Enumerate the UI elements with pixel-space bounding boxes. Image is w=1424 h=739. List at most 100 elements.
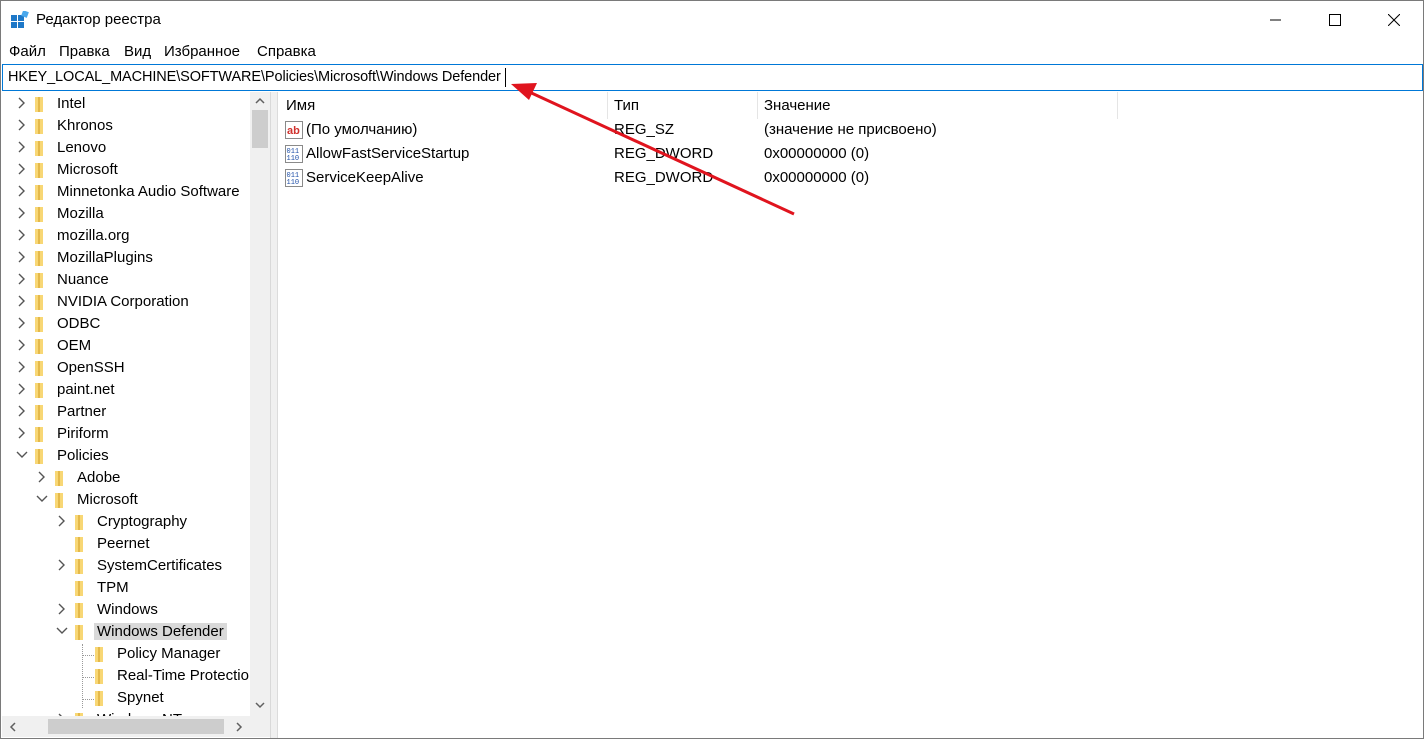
tree-node[interactable]: Policies bbox=[2, 445, 250, 467]
tree-node-label: Piriform bbox=[57, 425, 109, 442]
tree-node[interactable]: Adobe bbox=[2, 467, 250, 489]
chevron-right-icon[interactable] bbox=[15, 184, 29, 198]
values-list[interactable]: Имя Тип Значение ab (По умолчанию) REG_S… bbox=[277, 92, 1423, 738]
minimize-button[interactable] bbox=[1247, 1, 1305, 39]
value-name: AllowFastServiceStartup bbox=[306, 145, 470, 162]
chevron-right-icon[interactable] bbox=[15, 316, 29, 330]
chevron-right-icon[interactable] bbox=[35, 470, 49, 484]
tree-node[interactable]: NVIDIA Corporation bbox=[2, 291, 250, 313]
tree-node[interactable]: Windows bbox=[2, 599, 250, 621]
chevron-right-icon[interactable] bbox=[15, 404, 29, 418]
tree-node[interactable]: Real-Time Protectio bbox=[2, 665, 250, 687]
chevron-right-icon[interactable] bbox=[15, 294, 29, 308]
tree-node[interactable]: OpenSSH bbox=[2, 357, 250, 379]
chevron-down-icon[interactable] bbox=[55, 624, 69, 638]
tree-node[interactable]: SystemCertificates bbox=[2, 555, 250, 577]
menu-view[interactable]: Вид bbox=[124, 43, 151, 60]
tree-node-label: Mozilla bbox=[57, 205, 104, 222]
folder-open-icon bbox=[35, 449, 43, 464]
tree-node[interactable]: Partner bbox=[2, 401, 250, 423]
tree-node[interactable]: Piriform bbox=[2, 423, 250, 445]
value-row[interactable]: 011 110 AllowFastServiceStartup REG_DWOR… bbox=[278, 143, 1278, 167]
tree-node[interactable]: Intel bbox=[2, 93, 250, 115]
chevron-right-icon[interactable] bbox=[15, 96, 29, 110]
folder-icon bbox=[35, 207, 43, 222]
address-path[interactable]: HKEY_LOCAL_MACHINE\SOFTWARE\Policies\Mic… bbox=[8, 69, 501, 85]
scroll-left-icon[interactable] bbox=[6, 720, 20, 734]
tree-node[interactable]: Khronos bbox=[2, 115, 250, 137]
scroll-right-icon[interactable] bbox=[232, 720, 246, 734]
tree-node-label: mozilla.org bbox=[57, 227, 130, 244]
tree-vertical-scrollbar[interactable] bbox=[250, 92, 270, 716]
tree-node[interactable]: Policy Manager bbox=[2, 643, 250, 665]
tree-node[interactable]: Microsoft bbox=[2, 159, 250, 181]
binary-value-icon: 011 110 bbox=[285, 169, 303, 187]
column-header-value[interactable]: Значение bbox=[758, 92, 1117, 119]
tree-node[interactable]: Nuance bbox=[2, 269, 250, 291]
column-header-name[interactable]: Имя bbox=[278, 92, 607, 119]
chevron-right-icon[interactable] bbox=[15, 382, 29, 396]
column-separator[interactable] bbox=[1117, 92, 1118, 119]
chevron-right-icon[interactable] bbox=[55, 602, 69, 616]
title-bar[interactable]: Редактор реестра bbox=[1, 1, 1423, 39]
tree-node[interactable]: MozillaPlugins bbox=[2, 247, 250, 269]
tree-node[interactable]: Mozilla bbox=[2, 203, 250, 225]
maximize-button[interactable] bbox=[1306, 1, 1364, 39]
tree-vscroll-thumb[interactable] bbox=[252, 110, 268, 148]
chevron-down-icon[interactable] bbox=[15, 448, 29, 462]
menu-help[interactable]: Справка bbox=[257, 43, 316, 60]
chevron-right-icon[interactable] bbox=[55, 514, 69, 528]
tree-node-label: Intel bbox=[57, 95, 86, 112]
chevron-down-icon[interactable] bbox=[35, 492, 49, 506]
folder-icon bbox=[35, 185, 43, 200]
tree-node-label: Lenovo bbox=[57, 139, 107, 156]
tree-node-label: paint.net bbox=[57, 381, 115, 398]
chevron-right-icon[interactable] bbox=[15, 162, 29, 176]
tree-node[interactable]: Cryptography bbox=[2, 511, 250, 533]
column-header-type[interactable]: Тип bbox=[608, 92, 757, 119]
folder-icon bbox=[75, 515, 83, 530]
tree-node[interactable]: Microsoft bbox=[2, 489, 250, 511]
tree-node[interactable]: TPM bbox=[2, 577, 250, 599]
tree-node-label: Nuance bbox=[57, 271, 109, 288]
tree-node[interactable]: Peernet bbox=[2, 533, 250, 555]
chevron-right-icon[interactable] bbox=[15, 228, 29, 242]
chevron-right-icon[interactable] bbox=[15, 118, 29, 132]
tree-node[interactable]: Spynet bbox=[2, 687, 250, 709]
folder-icon bbox=[55, 471, 63, 486]
tree-node[interactable]: Windows Defender bbox=[2, 621, 250, 643]
tree-node[interactable]: OEM bbox=[2, 335, 250, 357]
chevron-right-icon[interactable] bbox=[15, 426, 29, 440]
tree-node[interactable]: paint.net bbox=[2, 379, 250, 401]
value-row[interactable]: ab (По умолчанию) REG_SZ (значение не пр… bbox=[278, 119, 1278, 143]
scroll-up-icon[interactable] bbox=[253, 94, 267, 108]
close-button[interactable] bbox=[1365, 1, 1423, 39]
value-row[interactable]: 011 110 ServiceKeepAlive REG_DWORD 0x000… bbox=[278, 167, 1278, 191]
chevron-right-icon[interactable] bbox=[15, 272, 29, 286]
tree-node[interactable]: Minnetonka Audio Software bbox=[2, 181, 250, 203]
menu-edit[interactable]: Правка bbox=[59, 43, 110, 60]
chevron-right-icon[interactable] bbox=[55, 558, 69, 572]
address-bar[interactable]: HKEY_LOCAL_MACHINE\SOFTWARE\Policies\Mic… bbox=[2, 64, 1423, 91]
tree-node[interactable]: Lenovo bbox=[2, 137, 250, 159]
tree-connector-line bbox=[82, 699, 94, 700]
chevron-right-icon[interactable] bbox=[15, 140, 29, 154]
svg-text:ab: ab bbox=[287, 125, 300, 137]
folder-icon bbox=[95, 691, 103, 706]
tree-horizontal-scrollbar[interactable] bbox=[2, 716, 270, 737]
chevron-right-icon[interactable] bbox=[15, 206, 29, 220]
chevron-right-icon[interactable] bbox=[15, 360, 29, 374]
folder-icon bbox=[35, 163, 43, 178]
menu-bar: Файл Правка Вид Избранное Справка bbox=[1, 41, 1423, 63]
key-tree[interactable]: Intel Khronos Lenovo Microsoft Minnetonka Au… bbox=[2, 92, 271, 738]
scroll-down-icon[interactable] bbox=[253, 698, 267, 712]
menu-file[interactable]: Файл bbox=[9, 43, 46, 60]
chevron-right-icon[interactable] bbox=[15, 338, 29, 352]
folder-icon bbox=[75, 537, 83, 552]
tree-hscroll-thumb[interactable] bbox=[48, 719, 224, 734]
tree-node[interactable]: mozilla.org bbox=[2, 225, 250, 247]
menu-favorites[interactable]: Избранное bbox=[164, 43, 240, 60]
chevron-right-icon[interactable] bbox=[15, 250, 29, 264]
tree-node-label: Spynet bbox=[117, 689, 164, 706]
tree-node[interactable]: ODBC bbox=[2, 313, 250, 335]
